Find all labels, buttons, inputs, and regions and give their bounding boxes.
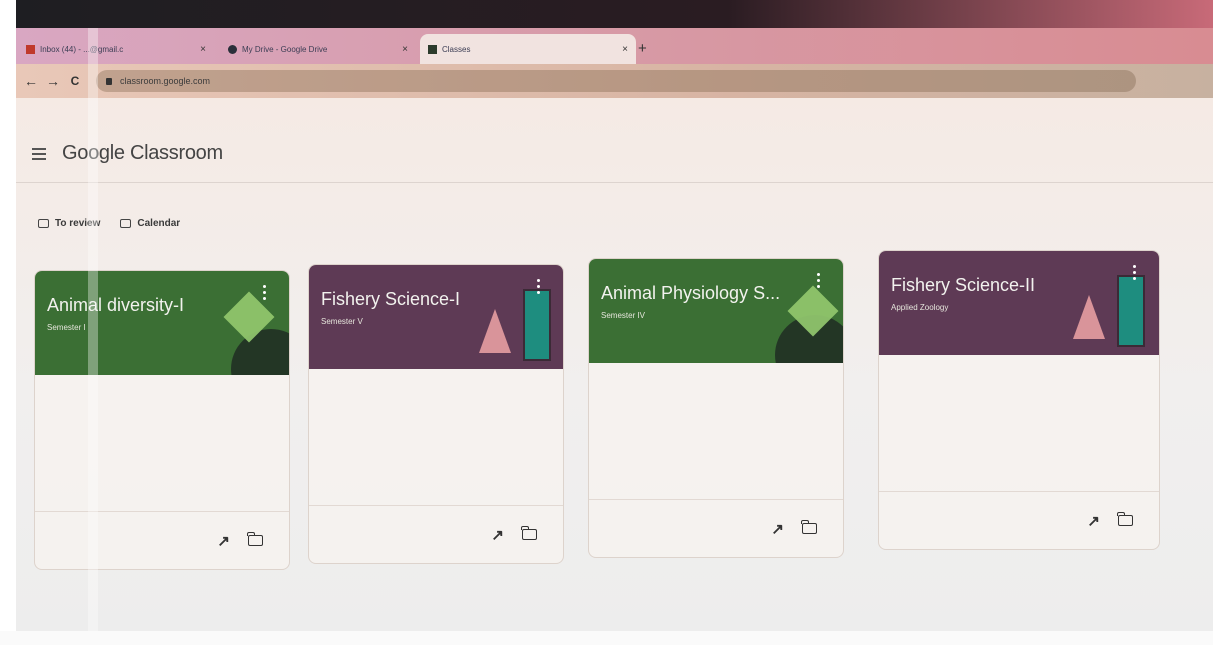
- close-icon[interactable]: ×: [402, 44, 408, 55]
- class-title[interactable]: Fishery Science-I: [321, 289, 460, 310]
- more-options-icon[interactable]: [537, 279, 541, 297]
- tab-label: Inbox (44) - ...@gmail.c: [40, 44, 124, 54]
- tab-drive[interactable]: My Drive - Google Drive ×: [220, 34, 416, 64]
- back-button[interactable]: ←: [24, 73, 38, 89]
- progress-trend-icon[interactable]: ↗: [1087, 512, 1100, 530]
- card-footer: ↗: [309, 505, 563, 563]
- more-options-icon[interactable]: [817, 273, 821, 291]
- address-bar: ← → C classroom.google.com: [16, 64, 1213, 98]
- class-title[interactable]: Fishery Science-II: [891, 275, 1035, 296]
- folder-icon[interactable]: [1117, 512, 1133, 526]
- more-options-icon[interactable]: [263, 285, 267, 303]
- monitor-bezel-left: [0, 0, 16, 645]
- lock-icon: [106, 77, 112, 85]
- url-field[interactable]: classroom.google.com: [96, 70, 1136, 92]
- classroom-icon: [428, 44, 437, 54]
- progress-trend-icon[interactable]: ↗: [491, 526, 504, 544]
- toolbar: To review Calendar: [38, 218, 180, 229]
- url-text: classroom.google.com: [120, 76, 211, 86]
- class-title[interactable]: Animal diversity-I: [47, 295, 184, 316]
- class-card[interactable]: Animal Physiology S... Semester IV ↗: [588, 258, 844, 558]
- class-subtitle: Applied Zoology: [891, 303, 949, 312]
- calendar-label: Calendar: [137, 218, 181, 229]
- class-banner[interactable]: Animal Physiology S... Semester IV: [589, 259, 843, 363]
- forward-button[interactable]: →: [46, 73, 60, 89]
- monitor-bezel-top: [0, 0, 1213, 28]
- drive-icon: [228, 44, 237, 54]
- class-banner[interactable]: Fishery Science-II Applied Zoology: [879, 251, 1159, 355]
- review-icon: [38, 219, 49, 228]
- calendar-button[interactable]: Calendar: [120, 218, 180, 229]
- calendar-icon: [120, 219, 132, 228]
- app-logo[interactable]: Google Classroom: [62, 142, 223, 165]
- folder-icon[interactable]: [801, 520, 817, 534]
- tab-classes[interactable]: Classes ×: [420, 34, 636, 64]
- card-footer: ↗: [35, 511, 289, 569]
- progress-trend-icon[interactable]: ↗: [771, 520, 784, 538]
- tab-strip: Inbox (44) - ...@gmail.c × My Drive - Go…: [16, 28, 1213, 64]
- tab-inbox[interactable]: Inbox (44) - ...@gmail.c ×: [18, 34, 214, 64]
- progress-trend-icon[interactable]: ↗: [217, 532, 230, 550]
- class-subtitle: Semester I: [47, 323, 86, 332]
- browser-window: Inbox (44) - ...@gmail.c × My Drive - Go…: [16, 28, 1213, 631]
- card-footer: ↗: [589, 499, 843, 557]
- close-icon[interactable]: ×: [200, 44, 206, 55]
- mail-icon: [26, 44, 35, 54]
- class-subtitle: Semester V: [321, 317, 363, 326]
- class-card[interactable]: Fishery Science-II Applied Zoology ↗: [878, 250, 1160, 550]
- hamburger-menu-icon[interactable]: [32, 148, 46, 163]
- app-header: Google Classroom: [16, 98, 1213, 183]
- tab-label: Classes: [442, 44, 471, 54]
- class-banner[interactable]: Animal diversity-I Semester I: [35, 271, 289, 375]
- close-icon[interactable]: ×: [622, 44, 628, 55]
- more-options-icon[interactable]: [1133, 265, 1137, 283]
- class-card[interactable]: Animal diversity-I Semester I ↗: [34, 270, 290, 570]
- class-banner[interactable]: Fishery Science-I Semester V: [309, 265, 563, 369]
- screen-glare: [88, 28, 98, 631]
- tab-label: My Drive - Google Drive: [242, 44, 328, 54]
- class-title[interactable]: Animal Physiology S...: [601, 283, 780, 304]
- folder-icon[interactable]: [521, 526, 537, 540]
- new-tab-button[interactable]: +: [638, 40, 647, 57]
- reload-button[interactable]: C: [68, 74, 82, 88]
- monitor-bezel-bottom: [0, 631, 1213, 645]
- card-footer: ↗: [879, 491, 1159, 549]
- class-subtitle: Semester IV: [601, 311, 646, 320]
- class-card[interactable]: Fishery Science-I Semester V ↗: [308, 264, 564, 564]
- folder-icon[interactable]: [247, 532, 263, 546]
